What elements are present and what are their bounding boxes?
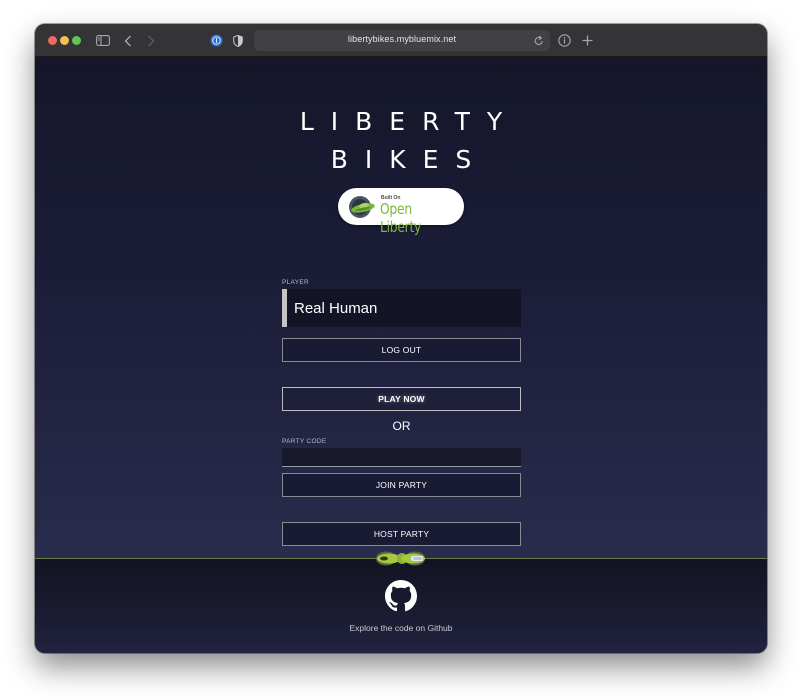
badge-open-liberty-text: Open Liberty [380,200,422,236]
password-manager-icon[interactable] [209,32,223,49]
github-icon[interactable] [385,580,417,612]
log-out-button[interactable]: LOG OUT [282,338,521,362]
play-now-button[interactable]: PLAY NOW [282,387,521,411]
github-link[interactable]: Explore the code on Github [35,623,767,633]
new-tab-icon[interactable] [580,32,594,49]
sidebar-icon[interactable] [96,32,110,49]
player-accent-bar [282,289,287,327]
join-party-button[interactable]: JOIN PARTY [282,473,521,497]
forward-icon[interactable] [145,32,157,49]
info-icon[interactable] [557,32,571,49]
url-text[interactable]: libertybikes.mybluemix.net [254,34,550,44]
or-divider-text: OR [392,419,411,433]
open-liberty-logo-icon [349,196,375,218]
maximize-window-button[interactable] [72,36,81,45]
page-title-line2: BIKES [330,145,489,174]
minimize-window-button[interactable] [60,36,69,45]
page-title-line1: LIBERTY [299,107,520,136]
close-window-button[interactable] [48,36,57,45]
host-party-button[interactable]: HOST PARTY [282,522,521,546]
player-label: PLAYER [282,279,309,286]
address-bar[interactable]: libertybikes.mybluemix.net [254,30,550,51]
browser-window: libertybikes.mybluemix.net LIBERTY BIKES… [35,24,767,653]
open-liberty-badge[interactable]: Built On Open Liberty [338,188,464,236]
party-code-input[interactable] [282,448,521,467]
bike-icon [376,551,425,566]
back-icon[interactable] [122,32,134,49]
party-code-label: PARTY CODE [282,438,327,445]
browser-toolbar: libertybikes.mybluemix.net [35,24,767,57]
page-content: LIBERTY BIKES Built On Open Liberty PLAY… [35,57,767,558]
privacy-shield-icon[interactable] [232,32,244,49]
page-footer: Explore the code on Github [35,551,767,653]
player-name: Real Human [294,300,378,317]
player-name-display: Real Human [282,289,521,327]
reload-icon[interactable] [533,33,545,47]
